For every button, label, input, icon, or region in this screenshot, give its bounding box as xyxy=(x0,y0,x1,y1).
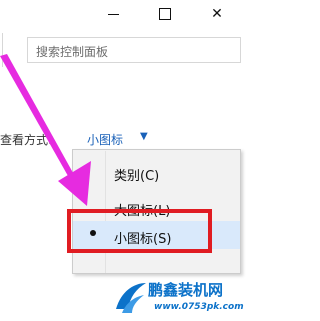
minimize-icon xyxy=(107,13,119,15)
view-by-dropdown[interactable]: 小图标 ▼ xyxy=(77,124,167,150)
close-button[interactable]: ✕ xyxy=(192,0,242,28)
watermark-title: 鹏鑫装机网 xyxy=(148,281,224,299)
maximize-button[interactable] xyxy=(140,0,190,28)
watermark: 鹏鑫装机网 www.0753pk.com xyxy=(110,275,244,321)
close-icon: ✕ xyxy=(211,6,223,22)
highlight-frame xyxy=(67,209,212,253)
menu-item-category[interactable]: 类别(C) xyxy=(73,158,240,186)
arrow-shaft xyxy=(0,54,77,183)
watermark-url: www.0753pk.com xyxy=(154,302,244,312)
search-placeholder: 搜索控制面板 xyxy=(36,45,109,59)
address-bar-edge xyxy=(0,33,3,67)
view-by-label: 查看方式: xyxy=(0,133,53,147)
chevron-down-icon: ▼ xyxy=(140,131,148,142)
minimize-button[interactable] xyxy=(88,0,138,28)
maximize-icon xyxy=(159,8,171,20)
view-by-selected: 小图标 xyxy=(87,133,124,147)
search-input[interactable]: 搜索控制面板 xyxy=(27,37,241,63)
watermark-logo-icon xyxy=(116,283,146,313)
menu-item-label: 类别(C) xyxy=(114,169,160,184)
